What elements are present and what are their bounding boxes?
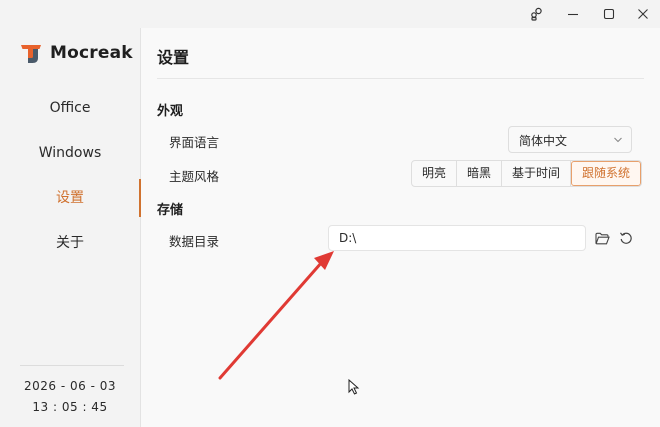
maximize-icon[interactable] — [592, 0, 626, 28]
theme-option-follow-system[interactable]: 跟随系统 — [571, 161, 642, 186]
sidebar-item-label: Windows — [38, 145, 102, 161]
page-title: 设置 — [157, 48, 190, 67]
theme-option-time-based[interactable]: 基于时间 — [502, 161, 572, 186]
data-dir-input[interactable]: D:\ — [328, 225, 586, 251]
title-divider — [157, 78, 644, 79]
sidebar-item-windows[interactable]: Windows — [0, 134, 140, 172]
folder-open-icon[interactable] — [594, 230, 610, 246]
sidebar-item-label: Office — [49, 100, 91, 116]
theme-option-dark[interactable]: 暗黑 — [457, 161, 503, 186]
language-value: 简体中文 — [519, 134, 568, 148]
chevron-down-icon — [614, 137, 622, 143]
close-icon[interactable] — [626, 0, 660, 28]
sidebar-divider — [20, 365, 124, 366]
sidebar-item-label: 设置 — [56, 190, 84, 206]
app-logo-icon — [21, 45, 41, 63]
sidebar-item-about[interactable]: 关于 — [0, 224, 140, 262]
sidebar-item-settings[interactable]: 设置 — [0, 179, 141, 217]
mouse-cursor-icon — [348, 379, 360, 395]
section-heading-storage: 存储 — [157, 203, 184, 218]
clock-date: 2026 - 06 - 03 — [24, 379, 116, 393]
sidebar: Mocreak Office Windows 设置 关于 2026 - 06 -… — [0, 28, 141, 427]
language-label: 界面语言 — [169, 135, 220, 150]
theme-option-light[interactable]: 明亮 — [412, 161, 458, 186]
settings-panel: 设置 外观 界面语言 简体中文 主题风格 明亮 暗黑 基于时间 跟随系统 存储 … — [141, 28, 660, 427]
app-name: Mocreak — [50, 43, 133, 63]
sidebar-item-label: 关于 — [56, 235, 84, 251]
data-dir-value: D:\ — [339, 231, 357, 245]
app-logo: Mocreak — [20, 42, 133, 64]
assistant-icon[interactable] — [520, 0, 554, 28]
title-bar — [0, 0, 660, 28]
language-select[interactable]: 简体中文 — [508, 126, 632, 153]
sidebar-item-office[interactable]: Office — [0, 89, 140, 127]
minimize-icon[interactable] — [556, 0, 590, 28]
clock-time: 13 : 05 : 45 — [32, 400, 108, 414]
reset-icon[interactable] — [618, 230, 634, 246]
section-heading-appearance: 外观 — [157, 104, 184, 119]
data-dir-label: 数据目录 — [169, 234, 220, 249]
theme-label: 主题风格 — [169, 169, 220, 184]
theme-segmented-control: 明亮 暗黑 基于时间 跟随系统 — [411, 160, 643, 187]
